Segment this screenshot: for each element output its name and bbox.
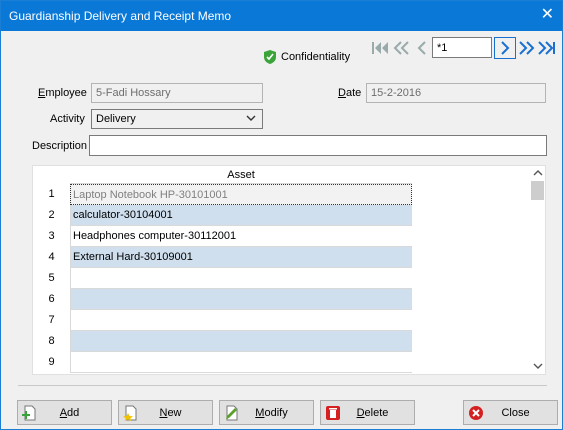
employee-field[interactable]: 5-Fadi Hossary: [91, 83, 263, 103]
row-number: 6: [48, 293, 55, 305]
shield-check-icon: [264, 50, 276, 64]
vertical-scrollbar[interactable]: [530, 166, 545, 374]
row-number: 5: [48, 272, 55, 284]
row-number: 9: [48, 356, 55, 368]
confidentiality-label: Confidentiality: [281, 51, 351, 63]
asset-cell[interactable]: External Hard-30109001: [70, 247, 412, 268]
table-row[interactable]: 2 calculator-30104001: [33, 205, 413, 226]
activity-label: Activity: [50, 113, 85, 125]
row-number: 7: [48, 314, 55, 326]
description-input[interactable]: [89, 135, 547, 156]
table-row[interactable]: 7: [33, 310, 413, 331]
table-row[interactable]: 5: [33, 268, 413, 289]
scroll-down-icon[interactable]: [533, 362, 543, 370]
first-record-button[interactable]: [369, 37, 391, 59]
row-number: 2: [48, 209, 55, 221]
description-label: Description: [32, 140, 88, 152]
asset-rows: 1 Laptop Notebook HP-30101001 2 calculator…: [33, 184, 413, 373]
delete-button[interactable]: Delete: [320, 400, 415, 425]
asset-cell[interactable]: Laptop Notebook HP-30101001: [70, 184, 412, 205]
scroll-up-icon[interactable]: [533, 169, 543, 177]
table-row[interactable]: 8: [33, 331, 413, 352]
chevron-left-icon: [417, 41, 426, 55]
memo-window: Guardianship Delivery and Receipt Memo ✕…: [0, 0, 563, 430]
asset-cell[interactable]: [70, 331, 412, 352]
employee-label: Employee: [38, 87, 87, 99]
asset-cell[interactable]: Headphones computer-30112001: [70, 226, 412, 247]
row-number: 3: [48, 230, 55, 242]
modify-button[interactable]: Modify: [219, 400, 314, 425]
window-title: Guardianship Delivery and Receipt Memo: [9, 9, 232, 23]
modify-label: Modify: [255, 407, 288, 419]
asset-column-header[interactable]: Asset: [70, 166, 412, 184]
new-label: New: [159, 407, 182, 419]
last-record-icon: [538, 41, 555, 55]
asset-cell[interactable]: [70, 310, 412, 331]
date-field[interactable]: 15-2-2016: [366, 83, 546, 103]
close-button[interactable]: Close: [463, 400, 558, 425]
first-record-icon: [372, 42, 388, 54]
divider: [18, 385, 547, 386]
asset-cell[interactable]: calculator-30104001: [70, 205, 412, 226]
delete-label: Delete: [356, 407, 389, 419]
chevron-down-icon: [246, 115, 256, 121]
date-label: Date: [338, 87, 362, 99]
table-row[interactable]: 1 Laptop Notebook HP-30101001: [33, 184, 413, 205]
asset-cell[interactable]: [70, 268, 412, 289]
window-close-button[interactable]: ✕: [541, 6, 554, 24]
activity-value: Delivery: [96, 113, 136, 125]
add-button[interactable]: Add: [17, 400, 112, 425]
table-row[interactable]: 3 Headphones computer-30112001: [33, 226, 413, 247]
previous-record-button[interactable]: [411, 37, 433, 59]
record-number-input[interactable]: [432, 37, 492, 58]
asset-cell[interactable]: [70, 352, 412, 373]
close-label: Close: [501, 407, 530, 419]
table-row[interactable]: 4 External Hard-30109001: [33, 247, 413, 268]
add-label: Add: [59, 407, 80, 419]
title-bar: Guardianship Delivery and Receipt Memo ✕: [1, 1, 562, 31]
asset-grid: Asset 1 Laptop Notebook HP-30101001 2 calc…: [32, 165, 546, 375]
next-page-button[interactable]: [515, 37, 537, 59]
activity-select[interactable]: Delivery: [91, 109, 263, 129]
row-number: 1: [48, 188, 55, 200]
double-chevron-left-icon: [393, 41, 409, 55]
row-number: 4: [48, 251, 55, 263]
table-row[interactable]: 6: [33, 289, 413, 310]
table-row[interactable]: 9: [33, 352, 413, 373]
double-chevron-right-icon: [519, 41, 535, 55]
confidentiality-indicator[interactable]: Confidentiality: [263, 49, 350, 65]
new-button[interactable]: New: [118, 400, 213, 425]
row-number: 8: [48, 335, 55, 347]
chevron-right-icon: [501, 41, 510, 55]
scrollbar-thumb[interactable]: [531, 181, 544, 200]
next-record-button[interactable]: [494, 37, 516, 59]
asset-cell[interactable]: [70, 289, 412, 310]
previous-page-button[interactable]: [391, 37, 413, 59]
last-record-button[interactable]: [537, 37, 559, 59]
